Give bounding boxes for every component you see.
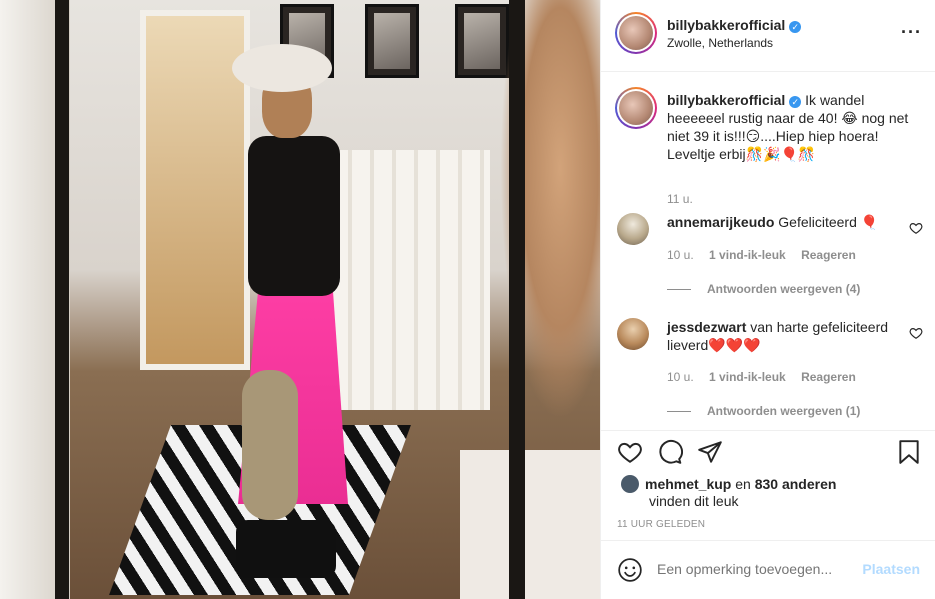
liker-avatar[interactable] [621,475,639,493]
post-actions: mehmet_kup en 830 anderen vinden dit leu… [601,430,935,540]
author-name-line: billybakkerofficial ✓ [667,17,802,33]
like-comment-heart-icon[interactable] [909,221,923,235]
post-header: billybakkerofficial ✓ Zwolle, Netherlands… [601,0,935,72]
post-location[interactable]: Zwolle, Netherlands [667,36,773,50]
comment-likes[interactable]: 1 vind-ik-leuk [709,248,786,262]
comment-meta: 10 u. 1 vind-ik-leuk Reageren [667,370,856,384]
caption-avatar[interactable] [615,87,657,129]
comment-time[interactable]: 10 u. [667,370,694,384]
liker-username[interactable]: mehmet_kup [645,476,731,492]
emoji-smiley-icon[interactable] [617,557,643,583]
comment-text-block: jessdezwart van harte gefeliciteerd liev… [667,318,897,354]
likes-connector: en [735,476,751,492]
author-avatar[interactable] [615,12,657,54]
comment-likes[interactable]: 1 vind-ik-leuk [709,370,786,384]
photo-mirror-frame [55,0,525,599]
view-replies-label: Antwoorden weergeven (4) [707,282,861,296]
post-timestamp[interactable]: 11 UUR GELEDEN [617,519,705,530]
replies-divider [667,411,691,413]
like-comment-heart-icon[interactable] [909,326,923,340]
more-options-icon[interactable]: ··· [901,22,922,43]
comment-text: Gefeliciteerd 🎈 [778,214,879,230]
verified-icon: ✓ [789,96,802,108]
like-heart-icon[interactable] [617,439,643,465]
author-username[interactable]: billybakkerofficial [667,17,785,33]
comment-text-block: annemarijkeudo Gefeliciteerd 🎈 [667,213,897,231]
view-replies-button[interactable]: Antwoorden weergeven (4) [667,282,860,296]
comment-meta: 10 u. 1 vind-ik-leuk Reageren [667,248,856,262]
comments-section[interactable]: billybakkerofficial ✓ Ik wandel heeeeeel … [601,73,935,429]
post-side-panel: billybakkerofficial ✓ Zwolle, Netherlands… [600,0,935,599]
commenter-avatar[interactable] [617,213,649,245]
comment-time[interactable]: 10 u. [667,248,694,262]
likes-others[interactable]: 830 anderen [755,476,837,492]
caption-time[interactable]: 11 u. [667,192,693,206]
post-comment-button[interactable]: Plaatsen [862,561,920,577]
post-photo[interactable] [0,0,600,599]
caption-username[interactable]: billybakkerofficial [667,92,785,108]
likes-summary: mehmet_kup en 830 anderen [621,475,836,493]
comment-username[interactable]: annemarijkeudo [667,214,774,230]
share-direct-icon[interactable] [697,439,723,465]
add-comment-bar: Plaatsen [601,540,935,599]
comment-username[interactable]: jessdezwart [667,319,746,335]
replies-divider [667,289,691,291]
comment-reply-button[interactable]: Reageren [801,248,856,262]
commenter-avatar[interactable] [617,318,649,350]
view-replies-button[interactable]: Antwoorden weergeven (1) [667,404,860,418]
comment-reply-button[interactable]: Reageren [801,370,856,384]
caption-text-block: billybakkerofficial ✓ Ik wandel heeeeeel … [667,91,917,163]
verified-icon: ✓ [789,21,802,33]
comment-bubble-icon[interactable] [657,439,683,465]
comment-input[interactable] [657,561,847,577]
save-bookmark-icon[interactable] [896,439,922,465]
likes-suffix: vinden dit leuk [649,493,739,509]
view-replies-label: Antwoorden weergeven (1) [707,404,861,418]
